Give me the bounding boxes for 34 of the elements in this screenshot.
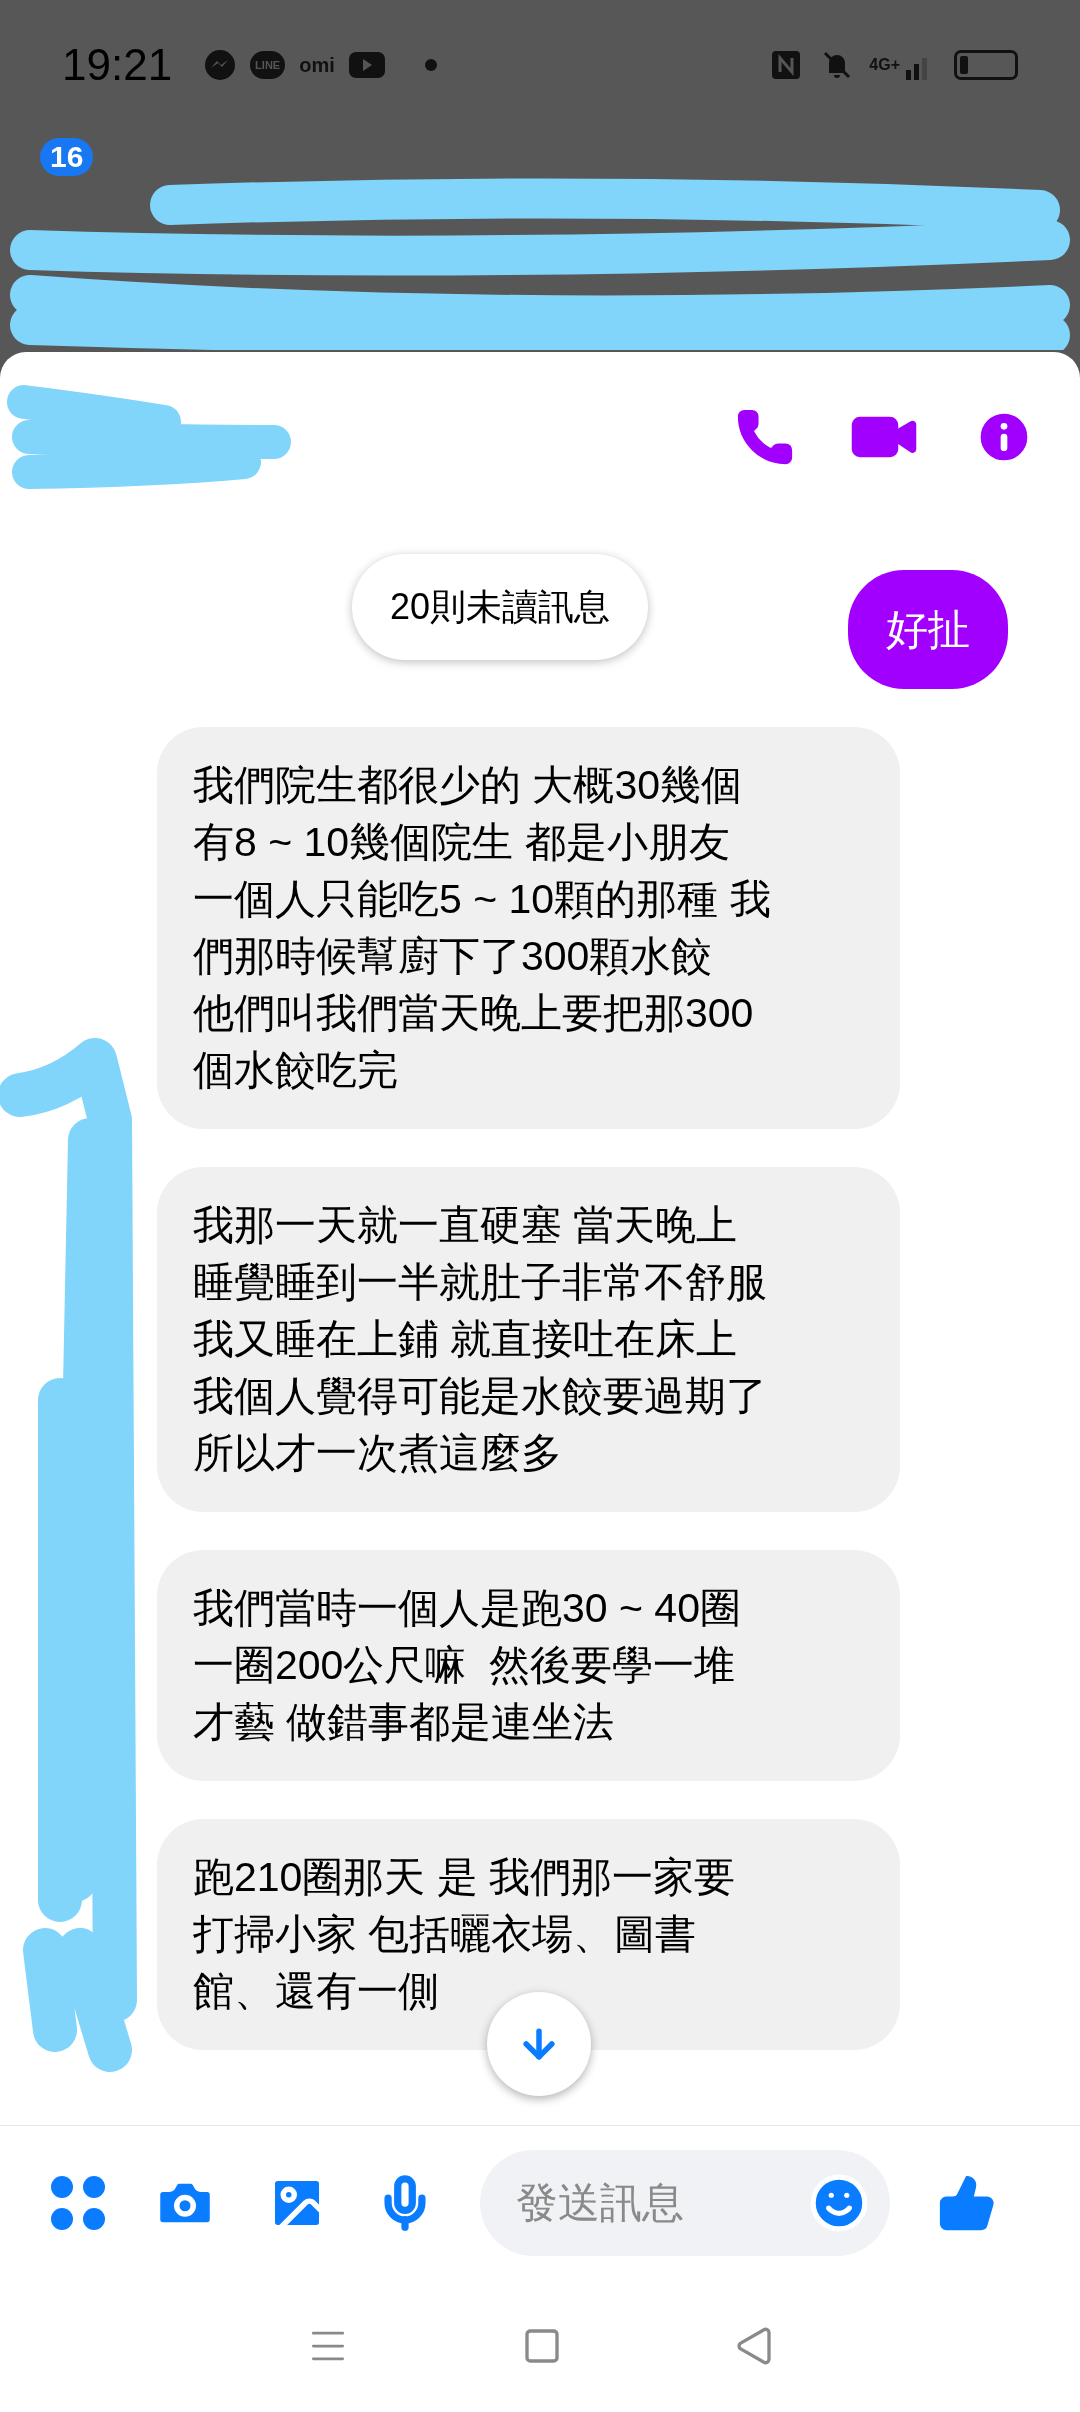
- message-line: 他們叫我們當天晚上要把那300: [193, 989, 754, 1038]
- unread-messages-banner[interactable]: 20則未讀訊息: [351, 554, 648, 660]
- line-app-icon: LINE: [250, 50, 286, 80]
- back-icon[interactable]: [734, 2326, 774, 2366]
- dot-icon: [424, 59, 437, 71]
- network-type: 4G+: [869, 55, 900, 75]
- message-input[interactable]: 發送訊息: [480, 2150, 890, 2256]
- message-line: 所以才一次煮這麼多: [193, 1429, 562, 1478]
- message-line: 打掃小家 包括曬衣場、圖書: [193, 1910, 697, 1959]
- message-line: 我又睡在上鋪 就直接吐在床上: [193, 1315, 738, 1364]
- message-line: 館、還有一側: [193, 1967, 439, 2016]
- message-line: 有8 ~ 10幾個院生 都是小朋友: [193, 818, 730, 867]
- apps-icon[interactable]: [50, 2175, 106, 2231]
- message-line: 一圈200公尺嘛 然後要學一堆: [193, 1641, 736, 1690]
- sent-message: 好扯: [848, 570, 1008, 689]
- message-line: 跑210圈那天 是 我們那一家要: [193, 1853, 736, 1902]
- home-icon[interactable]: [522, 2326, 562, 2366]
- omi-app-icon: omi: [299, 50, 335, 80]
- message-line: 們那時候幫廚下了300顆水餃: [193, 932, 713, 981]
- message-line: 我們院生都很少的 大概30幾個: [193, 761, 742, 810]
- message-line: 一個人只能吃5 ~ 10顆的那種 我: [193, 875, 771, 924]
- clock: 19:21: [62, 39, 173, 91]
- unread-count-badge: 16: [40, 138, 94, 176]
- nfc-icon: [771, 50, 802, 80]
- scroll-down-button[interactable]: [487, 1992, 591, 2096]
- battery-icon: [954, 50, 1018, 80]
- message-line: 才藝 做錯事都是連坐法: [193, 1698, 615, 1747]
- message-line: 個水餃吃完: [193, 1046, 398, 1095]
- message-line: 睡覺睡到一半就肚子非常不舒服: [193, 1258, 767, 1307]
- message-line: 我們當時一個人是跑30 ~ 40圈: [193, 1584, 741, 1633]
- messenger-icon: [204, 49, 237, 81]
- message-line: 我個人覺得可能是水餃要過期了: [193, 1372, 767, 1421]
- play-icon: [348, 52, 385, 78]
- message-line: 我那一天就一直硬塞 當天晚上: [193, 1201, 738, 1250]
